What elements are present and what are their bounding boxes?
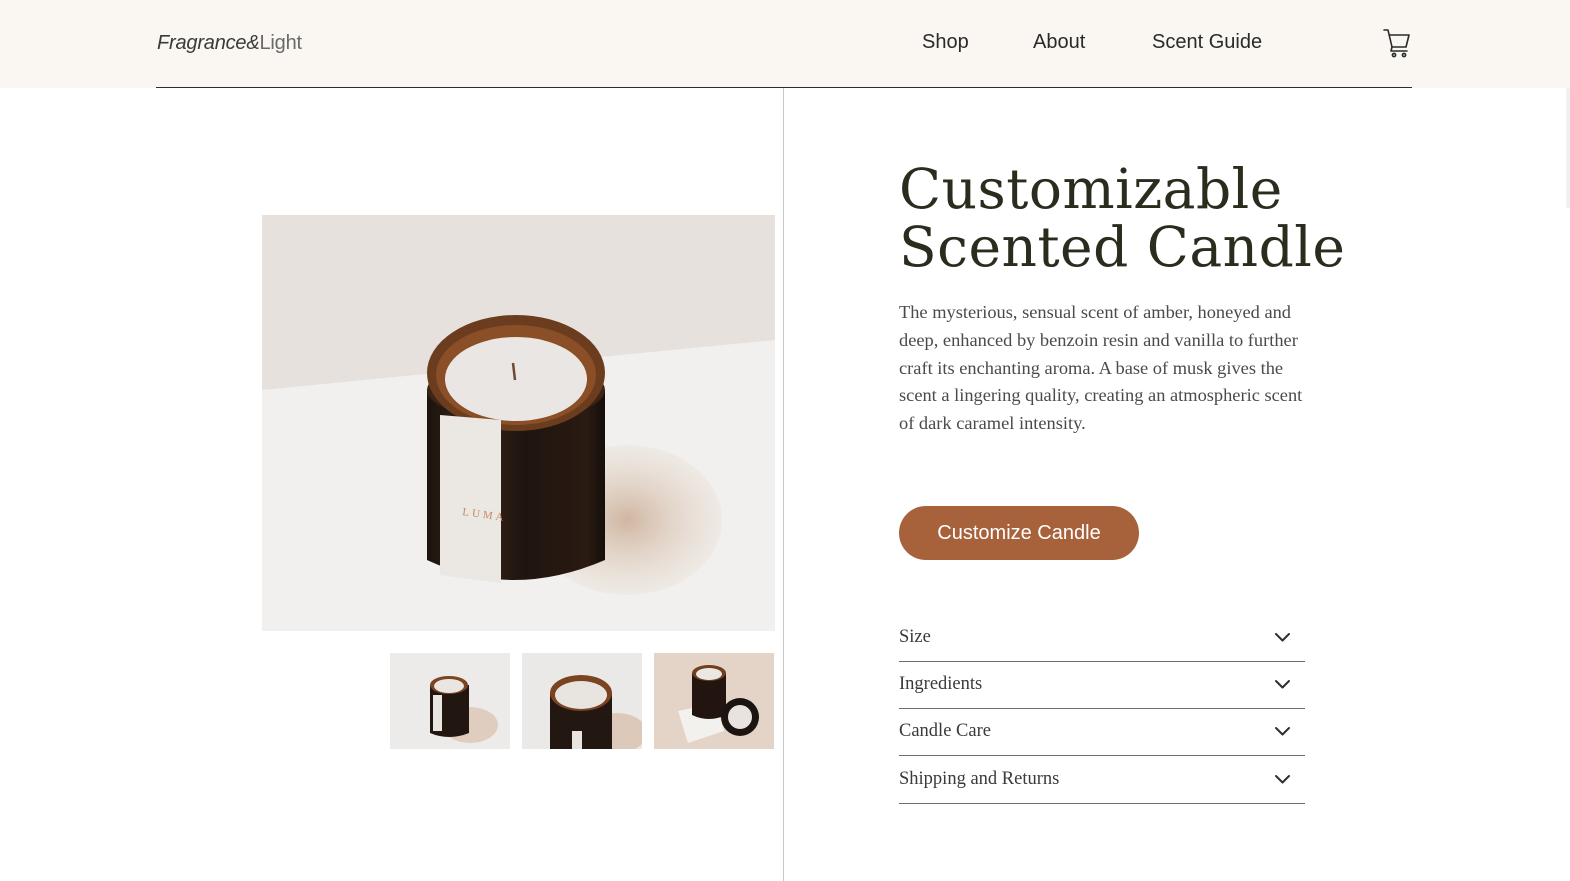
accordion-shipping-returns[interactable]: Shipping and Returns — [899, 757, 1305, 804]
accordion-label: Candle Care — [899, 721, 991, 741]
accordion-candle-care[interactable]: Candle Care — [899, 709, 1305, 756]
accordion-label: Ingredients — [899, 674, 983, 694]
nav-shop[interactable]: Shop — [922, 31, 969, 54]
product-title-line2: Scented Candle — [899, 215, 1346, 279]
product-title-line1: Customizable — [899, 157, 1283, 221]
logo-text-fragrance: Fragrance& — [157, 32, 260, 54]
site-header: Fragrance&Light Shop About Scent Guide — [0, 0, 1570, 88]
scrollbar[interactable] — [1566, 88, 1570, 208]
chevron-down-icon — [1275, 727, 1290, 736]
product-thumbnail[interactable] — [654, 653, 774, 749]
chevron-down-icon — [1275, 633, 1290, 642]
product-thumbnail[interactable] — [522, 653, 642, 749]
chevron-down-icon — [1275, 680, 1290, 689]
brand-logo[interactable]: Fragrance&Light — [157, 32, 302, 55]
product-description: The mysterious, sensual scent of amber, … — [899, 302, 1303, 434]
accordion-ingredients[interactable]: Ingredients — [899, 662, 1305, 709]
accordion-label: Size — [899, 627, 931, 647]
accordion-label: Shipping and Returns — [899, 769, 1060, 789]
chevron-down-icon — [1275, 775, 1290, 784]
nav-about[interactable]: About — [1033, 31, 1085, 54]
product-title: Customizable Scented Candle — [899, 160, 1379, 276]
header-divider — [156, 87, 1412, 88]
accordion-size[interactable]: Size — [899, 615, 1305, 662]
cart-icon[interactable] — [1382, 27, 1412, 59]
product-thumbnail[interactable] — [390, 653, 510, 749]
logo-text-light: Light — [259, 32, 303, 54]
customize-candle-button[interactable]: Customize Candle — [899, 506, 1139, 560]
product-main-image[interactable]: LUMA — [262, 215, 775, 631]
nav-scent-guide[interactable]: Scent Guide — [1152, 31, 1262, 54]
column-divider — [783, 88, 784, 881]
